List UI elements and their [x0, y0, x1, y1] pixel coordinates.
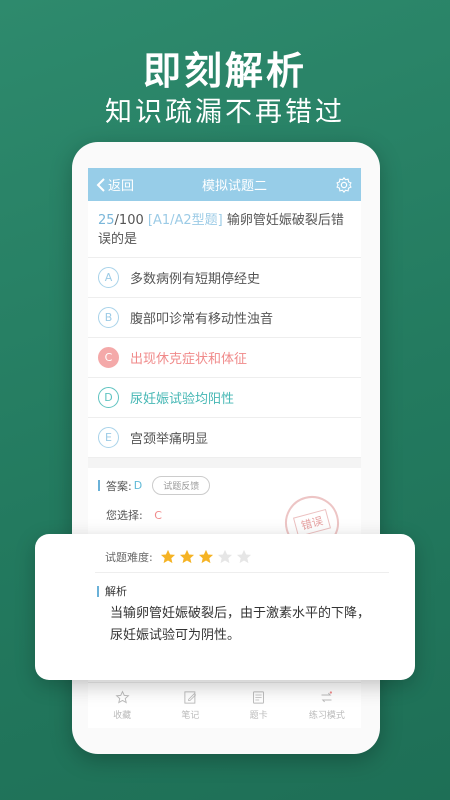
difficulty-label: 试题难度:: [105, 551, 153, 564]
section-gap: [88, 458, 361, 468]
tab-notes[interactable]: 笔记: [156, 683, 224, 728]
analysis-card: 试题难度: 解析 当输卵管妊娠破裂后，由于激素水平的下降， 尿妊娠试验可为阴性。: [35, 534, 415, 680]
analysis-header: 解析: [35, 573, 415, 599]
promo-subtitle: 知识疏漏不再错过: [105, 97, 345, 128]
tab-practice-mode[interactable]: 练习模式: [293, 683, 361, 728]
question-total: /100: [114, 213, 144, 228]
option-a[interactable]: A 多数病例有短期停经史: [88, 258, 361, 298]
bottom-tabbar: 收藏 笔记 题卡 练习模式: [88, 682, 361, 728]
your-choice-label: 您选择:: [106, 509, 143, 522]
difficulty-stars: [159, 548, 253, 566]
star-filled-icon: [179, 549, 194, 564]
back-button[interactable]: 返回: [96, 175, 134, 194]
option-letter: B: [98, 307, 119, 328]
option-letter: E: [98, 427, 119, 448]
star-filled-icon: [198, 549, 213, 564]
star-empty-icon: [217, 549, 232, 564]
stamp-text: 错误: [292, 508, 332, 538]
edit-icon: [184, 691, 196, 704]
section-bar: [98, 480, 100, 491]
tab-favorite[interactable]: 收藏: [88, 683, 156, 728]
option-text: 腹部叩诊常有移动性浊音: [130, 312, 274, 327]
option-text: 出现休克症状和体征: [130, 352, 248, 367]
tab-card[interactable]: 题卡: [225, 683, 293, 728]
tab-label: 题卡: [249, 711, 268, 721]
difficulty-row: 试题难度:: [35, 534, 415, 570]
navbar: 返回 模拟试题二: [88, 168, 361, 201]
question-number: 25: [98, 213, 115, 228]
answer-row: 答案: D 试题反馈: [98, 476, 351, 495]
chevron-left-icon: [96, 177, 105, 192]
option-b[interactable]: B 腹部叩诊常有移动性浊音: [88, 298, 361, 338]
analysis-line-1: 当输卵管妊娠破裂后，由于激素水平的下降，: [110, 606, 371, 621]
question-type-tag: [A1/A2型题]: [147, 213, 223, 228]
option-letter: D: [98, 387, 119, 408]
answer-value: D: [133, 479, 143, 492]
promo-title: 即刻解析: [142, 49, 307, 93]
your-choice-value: C: [154, 509, 162, 522]
star-empty-icon: [236, 549, 251, 564]
mode-icon: [321, 691, 333, 703]
tab-label: 笔记: [181, 711, 200, 721]
analysis-line-2: 尿妊娠试验可为阴性。: [110, 628, 241, 643]
star-filled-icon: [160, 549, 175, 564]
option-letter: A: [98, 267, 119, 288]
analysis-text: 当输卵管妊娠破裂后，由于激素水平的下降， 尿妊娠试验可为阴性。: [35, 599, 415, 647]
card-icon: [253, 691, 265, 704]
star-outline-icon: [115, 690, 130, 704]
section-bar: [97, 585, 99, 597]
analysis-label: 解析: [105, 585, 127, 598]
tab-label: 练习模式: [308, 711, 345, 721]
option-text: 多数病例有短期停经史: [130, 272, 261, 287]
tab-label: 收藏: [113, 711, 132, 721]
question-text: 25/100 [A1/A2型题] 输卵管妊娠破裂后错误的是: [88, 201, 361, 257]
page-title: 模拟试题二: [202, 179, 268, 194]
option-d[interactable]: D 尿妊娠试验均阳性: [88, 378, 361, 418]
option-text: 宫颈举痛明显: [130, 432, 209, 447]
option-c[interactable]: C 出现休克症状和体征: [88, 338, 361, 378]
options-list: A 多数病例有短期停经史 B 腹部叩诊常有移动性浊音 C 出现休克症状和体征 D…: [88, 257, 361, 458]
option-e[interactable]: E 宫颈举痛明显: [88, 418, 361, 458]
gear-icon[interactable]: [335, 176, 353, 194]
answer-label: 答案:: [106, 479, 132, 493]
feedback-button[interactable]: 试题反馈: [152, 476, 211, 495]
back-label: 返回: [108, 179, 135, 194]
option-text: 尿妊娠试验均阳性: [130, 392, 235, 407]
option-letter: C: [98, 347, 119, 368]
